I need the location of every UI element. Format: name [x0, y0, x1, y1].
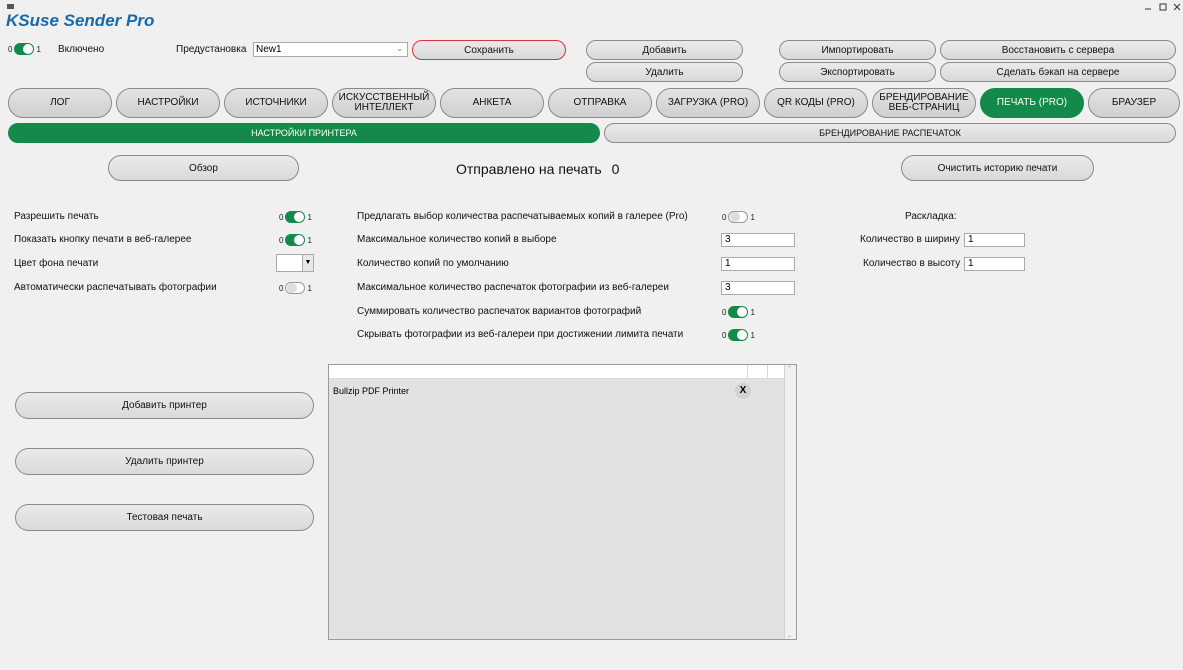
max-copies-input[interactable]: 3 [721, 233, 795, 247]
import-button[interactable]: Импортировать [779, 40, 936, 60]
chevron-down-icon: ▼ [302, 255, 313, 271]
width-count-input[interactable]: 1 [964, 233, 1025, 247]
remove-printer-x-button[interactable]: X [735, 383, 751, 399]
minimize-icon[interactable] [1143, 2, 1153, 12]
remove-printer-button[interactable]: Удалить принтер [15, 448, 314, 475]
scrollbar[interactable]: ⌃ ⌄ [784, 365, 796, 639]
tab-qr-codes[interactable]: QR КОДЫ (PRO) [764, 88, 868, 118]
tab-print[interactable]: ПЕЧАТЬ (PRO) [980, 88, 1084, 118]
maximize-icon[interactable] [1158, 2, 1168, 12]
chevron-down-icon: ⌄ [396, 44, 403, 53]
max-prints-input[interactable]: 3 [721, 281, 795, 295]
toggle-switch[interactable] [728, 329, 749, 341]
window-icon [6, 3, 16, 11]
height-count-label: Количество в высоту [863, 258, 961, 269]
backup-server-button[interactable]: Сделать бэкап на сервере [940, 62, 1176, 82]
toggle-switch[interactable] [728, 306, 749, 318]
scroll-down-icon[interactable]: ⌄ [787, 632, 792, 639]
tab-settings[interactable]: НАСТРОЙКИ [116, 88, 220, 118]
toggle-switch[interactable] [14, 43, 35, 55]
height-count-input[interactable]: 1 [964, 257, 1025, 271]
preset-value: New1 [256, 44, 282, 55]
tab-browser[interactable]: БРАУЗЕР [1088, 88, 1180, 118]
header-divider [747, 365, 748, 379]
save-button[interactable]: Сохранить [412, 40, 566, 60]
print-counter: Отправлено на печать 0 [456, 161, 619, 177]
tab-ai[interactable]: ИСКУССТВЕННЫЙ ИНТЕЛЛЕКТ [332, 88, 436, 118]
clear-history-button[interactable]: Очистить историю печати [901, 155, 1094, 181]
allow-print-toggle[interactable]: 01 [279, 211, 312, 223]
preset-select[interactable]: New1 ⌄ [253, 42, 408, 57]
tab-survey[interactable]: АНКЕТА [440, 88, 544, 118]
delete-preset-button[interactable]: Удалить [586, 62, 743, 82]
max-copies-label: Максимальное количество копий в выборе [357, 234, 557, 245]
bg-color-label: Цвет фона печати [14, 258, 99, 269]
add-printer-button[interactable]: Добавить принтер [15, 392, 314, 419]
close-icon[interactable] [1172, 2, 1182, 12]
show-print-button-toggle[interactable]: 01 [279, 234, 312, 246]
layout-title: Раскладка: [905, 211, 957, 222]
printer-list-header [329, 365, 784, 379]
list-item[interactable]: Bullzip PDF Printer [333, 386, 773, 398]
subtab-print-branding[interactable]: БРЕНДИРОВАНИЕ РАСПЕЧАТОК [604, 123, 1176, 143]
hide-photos-label: Скрывать фотографии из веб-галереи при д… [357, 329, 684, 340]
tab-sources[interactable]: ИСТОЧНИКИ [224, 88, 328, 118]
tab-sending[interactable]: ОТПРАВКА [548, 88, 652, 118]
toggle-switch[interactable] [285, 234, 306, 246]
tab-upload[interactable]: ЗАГРУЗКА (PRO) [656, 88, 760, 118]
export-button[interactable]: Экспортировать [779, 62, 936, 82]
default-copies-label: Количество копий по умолчанию [357, 258, 509, 269]
scroll-up-icon[interactable]: ⌃ [787, 365, 792, 372]
toggle-switch[interactable] [285, 211, 306, 223]
bg-color-picker[interactable]: ▼ [276, 254, 314, 272]
printer-list[interactable]: Bullzip PDF Printer X ⌃ ⌄ [328, 364, 797, 640]
preset-label: Предустановка [176, 44, 247, 55]
max-prints-label: Максимальное количество распечаток фотог… [357, 282, 669, 293]
sum-variants-toggle[interactable]: 01 [722, 306, 755, 318]
offer-copies-toggle[interactable]: 01 [722, 211, 755, 223]
printer-name: Bullzip PDF Printer [333, 386, 410, 396]
allow-print-label: Разрешить печать [14, 211, 99, 222]
auto-print-label: Автоматически распечатывать фотографии [14, 282, 217, 293]
toggle-switch[interactable] [728, 211, 749, 223]
restore-server-button[interactable]: Восстановить с сервера [940, 40, 1176, 60]
tab-web-branding[interactable]: БРЕНДИРОВАНИЕ ВЕБ-СТРАНИЦ [872, 88, 976, 118]
test-print-button[interactable]: Тестовая печать [15, 504, 314, 531]
header-divider [767, 365, 768, 379]
default-copies-input[interactable]: 1 [721, 257, 795, 271]
auto-print-toggle[interactable]: 01 [279, 282, 312, 294]
toggle-switch[interactable] [285, 282, 306, 294]
show-print-button-label: Показать кнопку печати в веб-галерее [14, 234, 192, 245]
sent-count: 0 [611, 161, 620, 177]
hide-photos-toggle[interactable]: 01 [722, 329, 755, 341]
subtab-printer-settings[interactable]: НАСТРОЙКИ ПРИНТЕРА [8, 123, 600, 143]
add-preset-button[interactable]: Добавить [586, 40, 743, 60]
browse-button[interactable]: Обзор [108, 155, 299, 181]
enable-label: Включено [58, 44, 105, 55]
sent-label: Отправлено на печать [456, 161, 602, 177]
close-icon: X [739, 385, 747, 396]
app-title: KSuse Sender Pro [6, 11, 155, 30]
offer-copies-label: Предлагать выбор количества распечатывае… [357, 211, 688, 222]
width-count-label: Количество в ширину [860, 234, 960, 245]
enable-toggle[interactable]: 0 1 [8, 43, 41, 55]
tab-log[interactable]: ЛОГ [8, 88, 112, 118]
sum-variants-label: Суммировать количество распечаток вариан… [357, 306, 642, 317]
